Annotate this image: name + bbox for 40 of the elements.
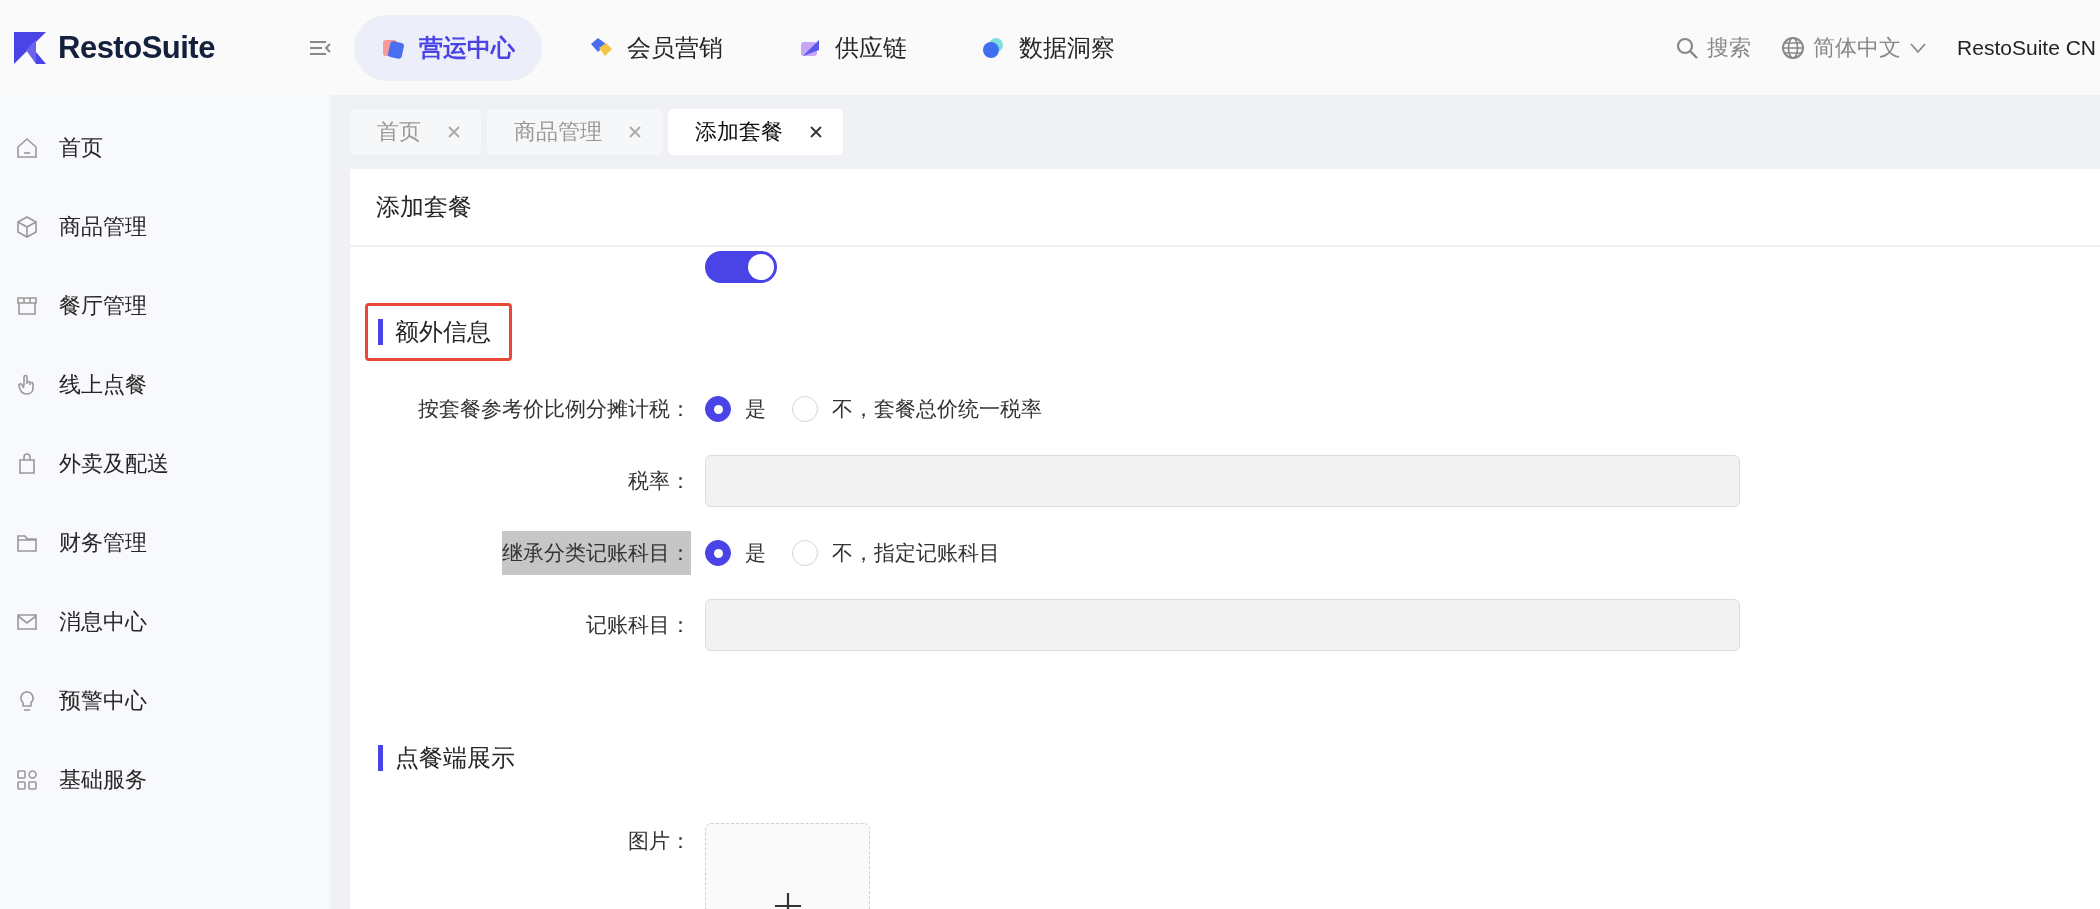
home-icon	[15, 135, 39, 160]
logo-icon	[12, 29, 48, 66]
radio-option[interactable]: 不，套餐总价统一税率	[792, 395, 1042, 423]
nav-tab[interactable]: 供应链	[770, 14, 934, 81]
sidebar-item[interactable]: 餐厅管理	[59, 290, 147, 321]
field-label: 图片：	[628, 828, 691, 854]
accent-bar	[378, 745, 383, 771]
sidebar-item[interactable]: 财务管理	[59, 527, 147, 558]
app-icon	[981, 35, 1005, 60]
toggle-switch[interactable]	[705, 251, 777, 283]
nav-tab[interactable]: 营运中心	[354, 14, 542, 81]
section-title: 额外信息	[395, 317, 491, 347]
radio-option[interactable]: 不，指定记账科目	[792, 539, 1000, 567]
globe-icon	[1781, 35, 1806, 60]
sidebar-item[interactable]: 首页	[59, 132, 103, 163]
radio-option[interactable]: 是	[705, 539, 766, 567]
chevron-down-icon	[1909, 41, 1928, 54]
close-icon[interactable]	[809, 125, 823, 139]
field-label: 记账科目：	[586, 612, 691, 638]
sidebar-item[interactable]: 基础服务	[59, 764, 147, 795]
field-label: 按套餐参考价比例分摊计税：	[418, 396, 691, 422]
nav-tab[interactable]: 会员营销	[562, 14, 750, 81]
field-label: 继承分类记账科目：	[502, 531, 691, 575]
sidebar-item[interactable]: 外卖及配送	[59, 448, 169, 479]
cube-icon	[15, 214, 39, 239]
field-label: 税率：	[628, 468, 691, 494]
grid-icon	[15, 767, 39, 792]
search-icon[interactable]	[1675, 35, 1700, 60]
sidebar-item[interactable]: 消息中心	[59, 606, 147, 637]
accent-bar	[378, 319, 383, 345]
radio-option[interactable]: 是	[705, 395, 766, 423]
account-name[interactable]: RestoSuite CN	[1957, 35, 2096, 60]
sidebar-item[interactable]: 商品管理	[59, 211, 147, 242]
sidebar-item[interactable]: 线上点餐	[59, 369, 147, 400]
nav-tab[interactable]: 数据洞察	[954, 14, 1142, 81]
page-tab[interactable]: 添加套餐	[668, 109, 843, 155]
page-title: 添加套餐	[350, 169, 2100, 247]
brand-name: RestoSuite	[58, 29, 215, 66]
sidebar-item[interactable]: 预警中心	[59, 685, 147, 716]
section-title: 点餐端展示	[395, 743, 515, 773]
